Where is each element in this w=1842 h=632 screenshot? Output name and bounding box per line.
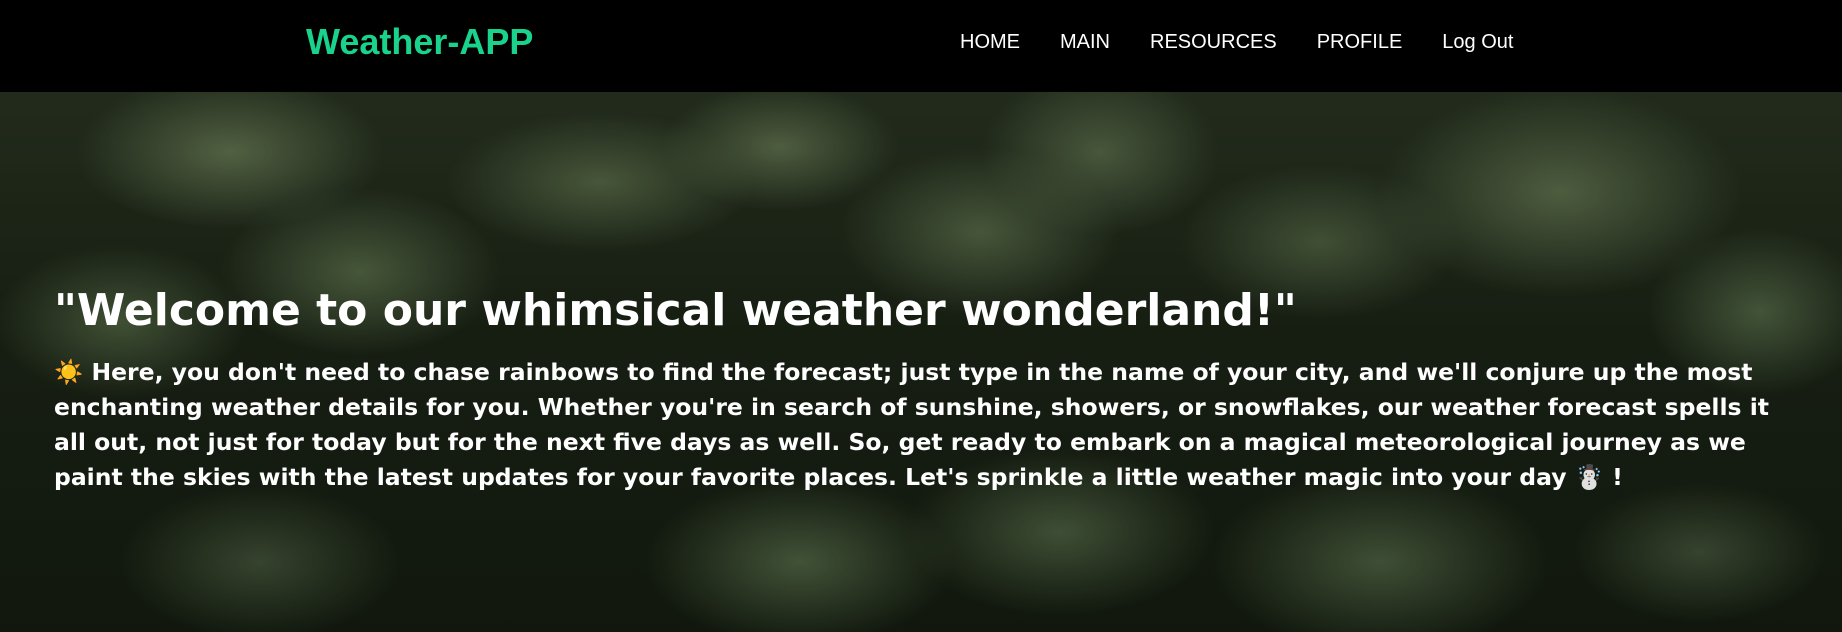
brand-logo-link[interactable]: Weather-APP <box>306 20 533 64</box>
nav-link-resources[interactable]: RESOURCES <box>1150 28 1277 56</box>
hero-content: "Welcome to our whimsical weather wonder… <box>54 285 1774 495</box>
hero-description: ☀️ Here, you don't need to chase rainbow… <box>54 358 1769 491</box>
nav-link-logout[interactable]: Log Out <box>1442 28 1513 56</box>
nav-link-home[interactable]: HOME <box>960 28 1020 56</box>
nav-links: HOME MAIN RESOURCES PROFILE Log Out <box>960 28 1553 56</box>
nav-link-main[interactable]: MAIN <box>1060 28 1110 56</box>
nav-link-profile[interactable]: PROFILE <box>1317 28 1403 56</box>
hero-title: "Welcome to our whimsical weather wonder… <box>54 285 1297 336</box>
navbar: Weather-APP HOME MAIN RESOURCES PROFILE … <box>0 0 1842 92</box>
hero-section: "Welcome to our whimsical weather wonder… <box>0 92 1842 632</box>
